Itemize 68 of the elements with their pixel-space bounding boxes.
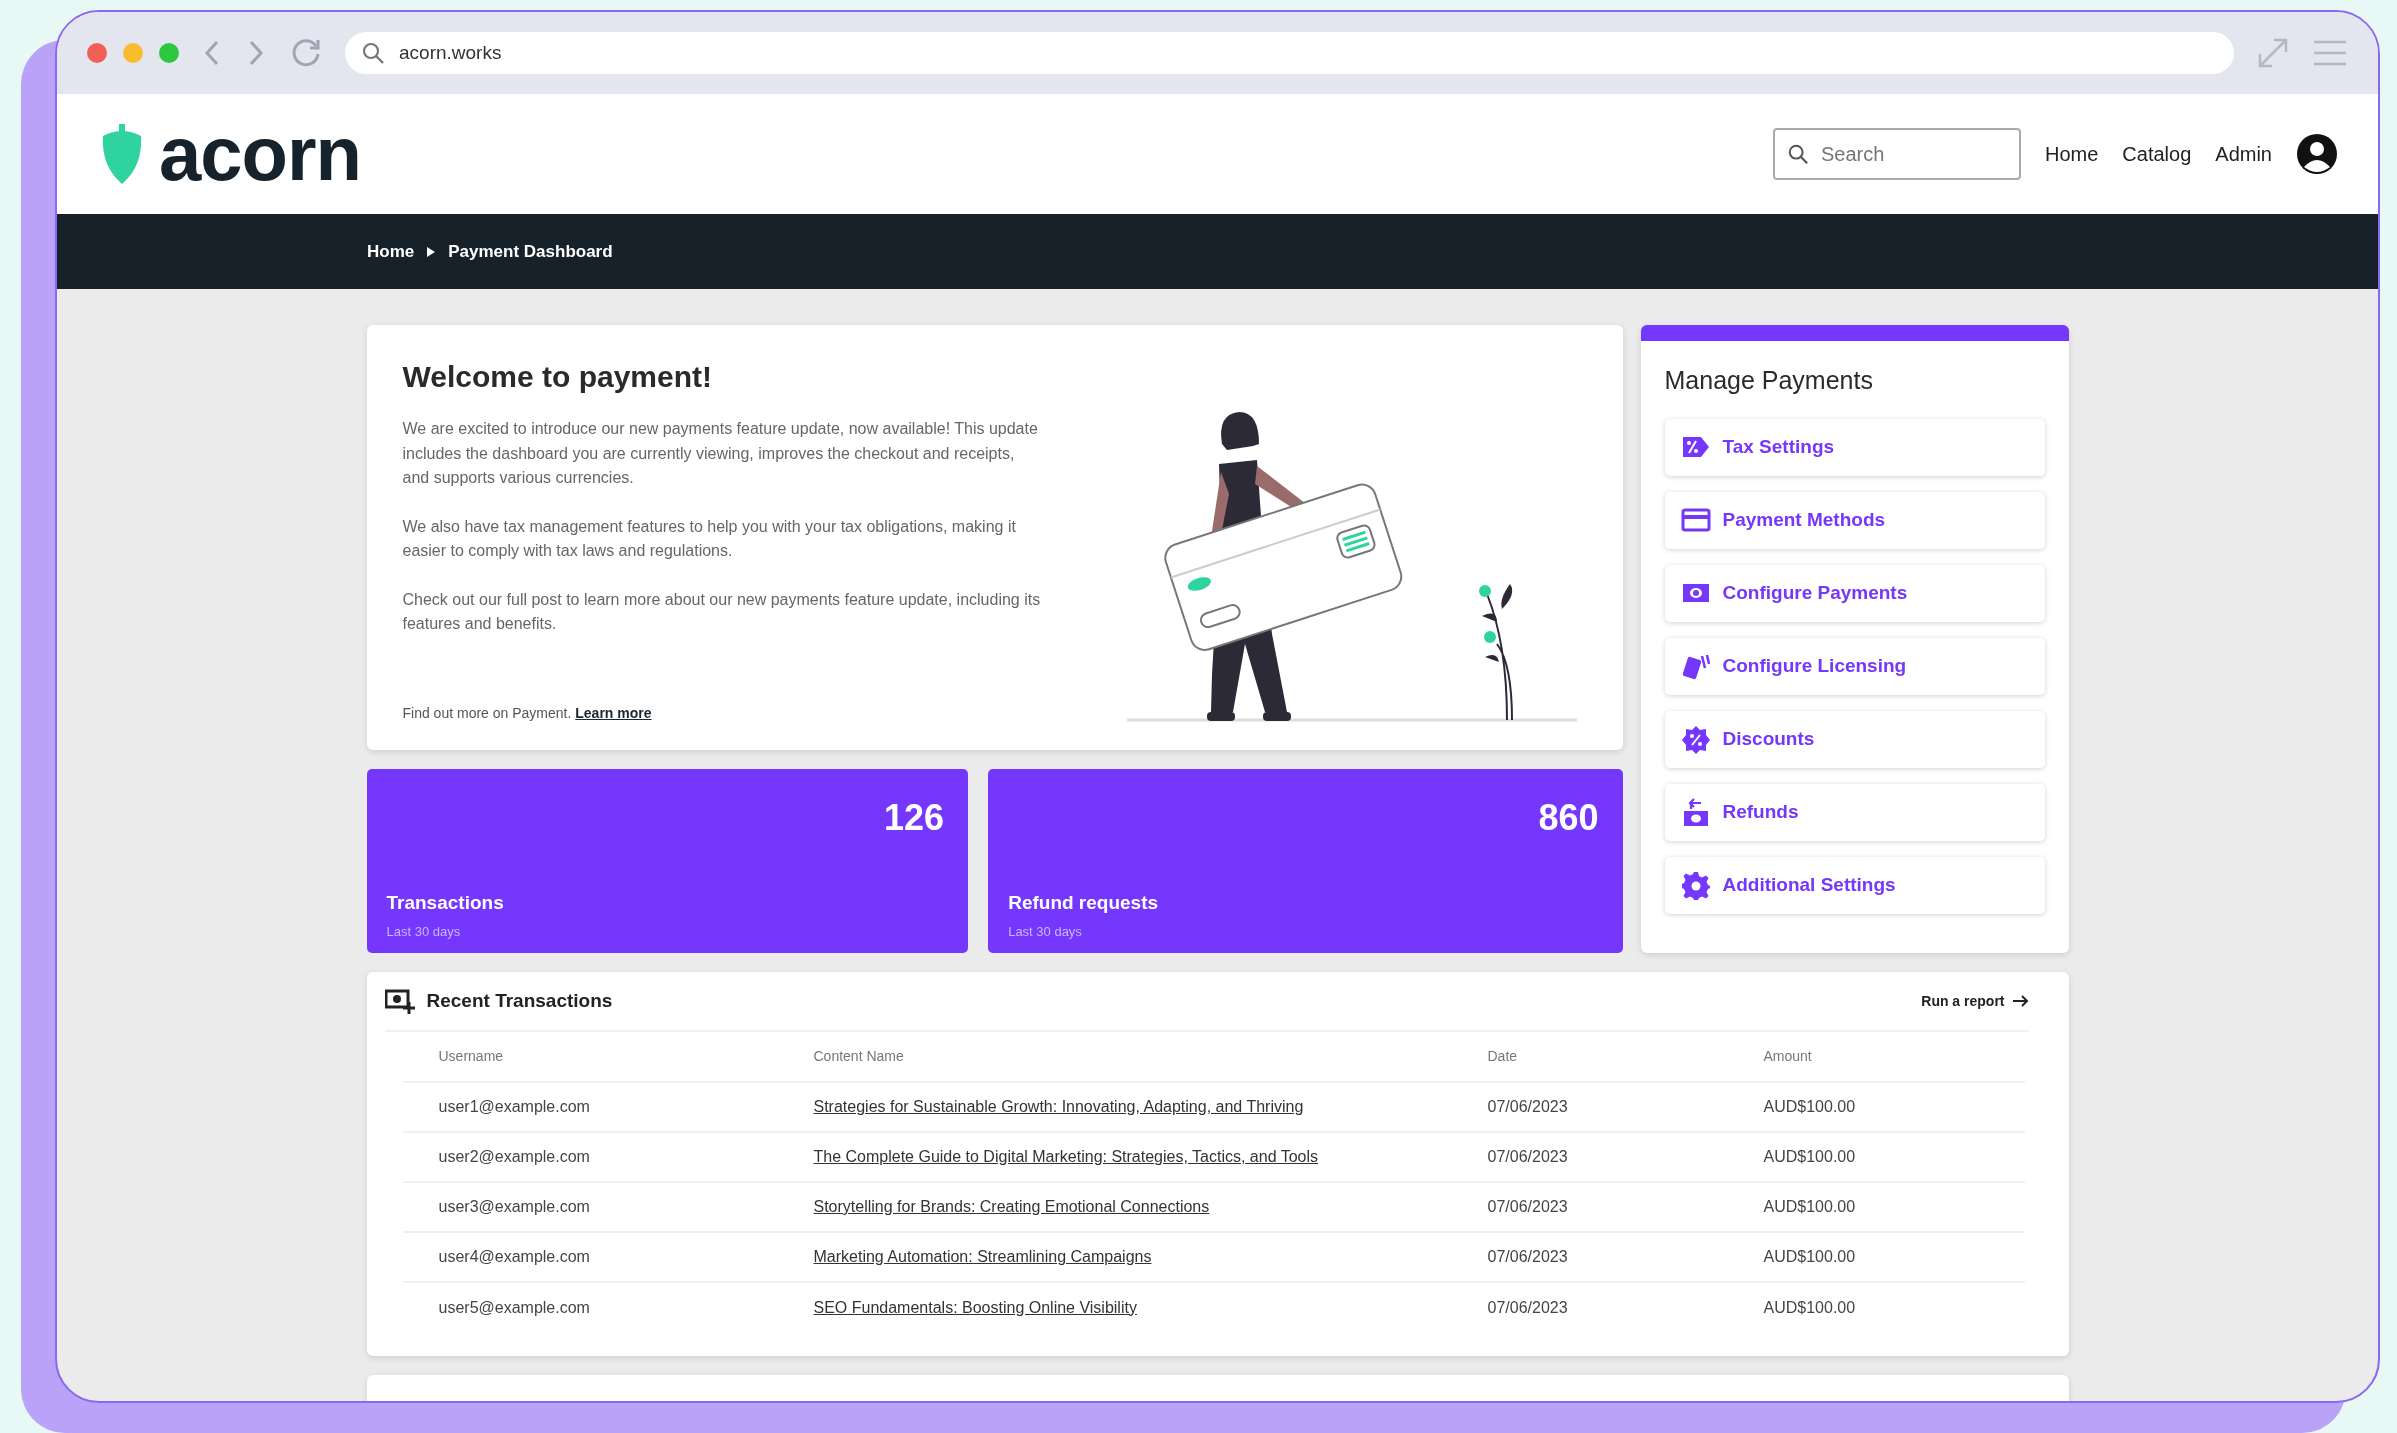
table-cell: user2@example.com	[402, 1132, 778, 1182]
table-cell: user1@example.com	[402, 1082, 778, 1132]
manage-payments-item[interactable]: Discounts	[1664, 711, 2045, 768]
column-header: Username	[402, 1032, 778, 1082]
stat-period: Last 30 days	[1008, 922, 1083, 941]
menu-icon[interactable]	[2312, 38, 2348, 68]
table-cell: 07/06/2023	[1451, 1182, 1728, 1232]
welcome-title: Welcome to payment!	[402, 359, 713, 395]
manage-payments-item[interactable]: Tax Settings	[1664, 419, 2045, 476]
content-link[interactable]: Marketing Automation: Streamlining Campaigns	[813, 1248, 1152, 1265]
maximize-window-icon[interactable]	[159, 43, 179, 63]
manage-payments-item[interactable]: Configure Licensing	[1664, 638, 2045, 695]
manage-payments-item[interactable]: Configure Payments	[1664, 565, 2045, 622]
manage-payments-item[interactable]: Refunds	[1664, 784, 2045, 841]
stat-period: Last 30 days	[386, 922, 462, 941]
column-header: Amount	[1727, 1032, 2025, 1082]
discount-badge-icon	[1680, 724, 1711, 755]
search-icon	[361, 41, 385, 65]
table-cell: AUD$100.00	[1727, 1182, 2025, 1232]
stat-value: 126	[884, 796, 945, 840]
gear-icon	[1680, 870, 1711, 901]
table-cell: user4@example.com	[402, 1232, 778, 1282]
table-cell: user3@example.com	[402, 1182, 778, 1232]
caret-icon	[426, 245, 437, 258]
footer-text: Find out more on Payment.	[402, 705, 573, 721]
stat-value: 860	[1538, 796, 1599, 840]
table-cell: AUD$100.00	[1727, 1282, 2025, 1332]
table-cell: 07/06/2023	[1451, 1282, 1728, 1332]
acorn-logo-icon[interactable]	[101, 122, 143, 186]
stat-label: Refund requests	[1008, 891, 1160, 915]
manage-payments-item[interactable]: Additional Settings	[1664, 857, 2045, 914]
learn-more-link[interactable]: Learn more	[575, 705, 652, 721]
table-cell: 07/06/2023	[1451, 1132, 1728, 1182]
arrow-right-icon	[2012, 995, 2029, 1007]
logo-text[interactable]: acorn	[159, 116, 361, 192]
nav-link[interactable]: Admin	[2215, 139, 2272, 169]
column-header: Date	[1451, 1032, 1728, 1082]
table-cell: AUD$100.00	[1727, 1232, 2025, 1282]
welcome-paragraph: Check out our full post to learn more about our new payments feature update, including its features and benefits.	[402, 589, 1042, 634]
table-cell: 07/06/2023	[1451, 1232, 1728, 1282]
nav-link[interactable]: Catalog	[2122, 139, 2192, 169]
search-field[interactable]: Search	[1773, 128, 2021, 180]
content-link[interactable]: Storytelling for Brands: Creating Emotional Connections	[813, 1198, 1210, 1215]
content-link[interactable]: The Complete Guide to Digital Marketing: Strategies, Tactics, and Tools	[813, 1148, 1319, 1165]
table-cell: AUD$100.00	[1727, 1082, 2025, 1132]
manage-payments-item[interactable]: Payment Methods	[1664, 492, 2045, 549]
content-link[interactable]: SEO Fundamentals: Boosting Online Visibility	[813, 1298, 1137, 1316]
column-header: Content Name	[777, 1032, 1452, 1082]
manage-payments-title: Manage Payments	[1664, 365, 1874, 395]
expand-icon[interactable]	[2256, 36, 2290, 70]
minimize-window-icon[interactable]	[123, 43, 143, 63]
welcome-paragraph: We are excited to introduce our new payments feature update, now available! This update includes the dashboard you are currently viewing, improves the checkout and receipts, and supports various currencies.	[402, 419, 1039, 488]
breadcrumb-item: Payment Dashboard	[448, 240, 613, 263]
cash-plus-icon	[384, 988, 415, 1014]
welcome-paragraph: We also have tax management features to help you with your tax obligations, making it easier to comply with tax laws and regulations.	[402, 516, 1017, 561]
address-bar[interactable]: acorn.works	[345, 32, 2234, 74]
stat-label: Transactions	[386, 891, 505, 915]
table-cell: AUD$100.00	[1727, 1132, 2025, 1182]
recent-transactions-title: Recent Transactions	[426, 988, 613, 1013]
run-report-link[interactable]: Run a report	[1921, 990, 2029, 1012]
close-window-icon[interactable]	[87, 43, 107, 63]
breadcrumb-item[interactable]: Home	[367, 238, 415, 265]
table-cell: 07/06/2023	[1451, 1082, 1728, 1132]
table-cell: user5@example.com	[402, 1282, 778, 1332]
search-icon	[1787, 143, 1809, 165]
user-avatar-icon[interactable]	[2296, 133, 2338, 175]
nav-link[interactable]: Home	[2045, 139, 2099, 169]
content-link[interactable]: Strategies for Sustainable Growth: Innovating, Adapting, and Thriving	[813, 1098, 1304, 1115]
